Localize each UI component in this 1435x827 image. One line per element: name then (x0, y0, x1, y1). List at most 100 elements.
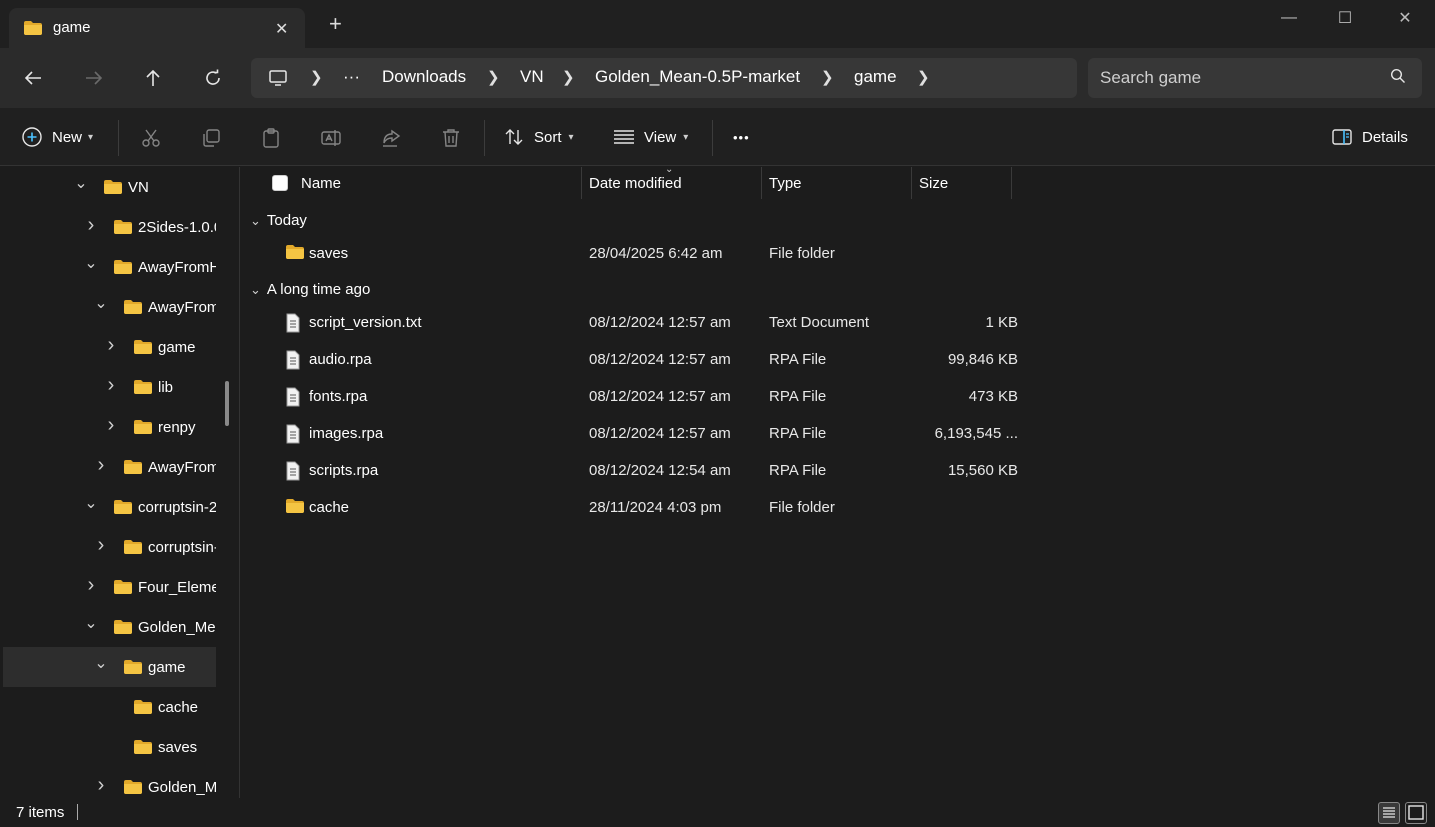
column-divider[interactable] (761, 167, 762, 199)
copy-icon[interactable] (200, 127, 222, 149)
tree-item-label: renpy (158, 419, 196, 436)
tree-item[interactable]: › renpy (0, 407, 213, 447)
file-icon (285, 387, 301, 410)
chevron-down-icon[interactable]: ⌄ (74, 173, 88, 193)
breadcrumb-vn[interactable]: VN (520, 67, 544, 87)
tree-item-label: saves (158, 739, 198, 756)
tree-item[interactable]: saves (0, 727, 213, 767)
close-tab-icon[interactable]: ✕ (275, 19, 288, 39)
chevron-right-icon[interactable]: › (104, 334, 118, 357)
file-row[interactable]: images.rpa 08/12/2024 12:57 am RPA File 6,1… (277, 416, 1018, 453)
breadcrumb-downloads[interactable]: Downloads (382, 67, 466, 87)
tree-item[interactable]: › corruptsin- (0, 527, 216, 567)
details-pane-icon (1332, 129, 1352, 145)
back-button[interactable] (21, 67, 45, 89)
search-icon[interactable] (1390, 68, 1406, 87)
tree-item[interactable]: ⌄ game (3, 647, 216, 687)
file-size: 99,846 KB (947, 351, 1018, 368)
close-window-button[interactable]: ✕ (1382, 6, 1428, 30)
sidebar-scrollbar[interactable] (225, 381, 229, 426)
breadcrumb-golden-mean[interactable]: Golden_Mean-0.5P-market (595, 67, 800, 87)
file-row[interactable]: script_version.txt 08/12/2024 12:57 am Tex… (277, 305, 1018, 342)
tree-item[interactable]: ⌄ VN (0, 167, 213, 207)
chevron-down-icon[interactable]: ⌄ (250, 282, 261, 297)
tree-item[interactable]: › 2Sides-1.0.0 (0, 207, 216, 247)
details-view-button[interactable] (1378, 802, 1400, 824)
folder-icon (285, 244, 305, 263)
rename-icon[interactable] (320, 127, 342, 149)
select-all-checkbox[interactable] (272, 167, 288, 199)
new-button[interactable]: New ▾ (21, 125, 93, 149)
tree-item[interactable]: ⌄ AwayFrom (0, 287, 216, 327)
computer-icon[interactable] (268, 68, 288, 91)
large-icons-view-button[interactable] (1405, 802, 1427, 824)
chevron-right-icon[interactable]: › (94, 534, 108, 557)
up-button[interactable] (141, 67, 165, 89)
file-name: cache (309, 499, 350, 516)
address-bar[interactable]: ❯ ··· Downloads ❯ VN ❯ Golden_Mean-0.5P-… (251, 58, 1077, 98)
forward-button[interactable] (82, 67, 106, 89)
tree-item[interactable]: › AwayFrom (0, 447, 216, 487)
chevron-right-icon[interactable]: › (84, 214, 98, 237)
file-date: 08/12/2024 12:57 am (589, 388, 731, 405)
chevron-right-icon[interactable]: ❯ (487, 68, 500, 86)
column-divider[interactable] (1011, 167, 1012, 199)
file-row[interactable]: fonts.rpa 08/12/2024 12:57 am RPA File 473 … (277, 379, 1018, 416)
column-header-type[interactable]: Type (769, 167, 802, 199)
chevron-right-icon[interactable]: ❯ (917, 68, 930, 86)
tree-item[interactable]: ⌄ Golden_Mea (0, 607, 216, 647)
delete-icon[interactable] (440, 127, 462, 149)
view-button[interactable]: View ▾ (613, 125, 688, 149)
chevron-right-icon[interactable]: ❯ (821, 68, 834, 86)
file-name: script_version.txt (309, 314, 422, 331)
tree-item-label: AwayFromH (138, 259, 216, 276)
share-icon[interactable] (380, 127, 402, 149)
maximize-button[interactable]: ☐ (1322, 6, 1368, 30)
file-row[interactable]: cache 28/11/2024 4:03 pm File folder (277, 490, 1017, 527)
chevron-down-icon[interactable]: ⌄ (94, 293, 108, 313)
chevron-down-icon[interactable]: ⌄ (84, 493, 98, 513)
file-row[interactable]: saves 28/04/2025 6:42 am File folder (277, 236, 1017, 273)
refresh-button[interactable] (201, 67, 225, 89)
tab-game[interactable]: game ✕ (9, 8, 305, 48)
minimize-button[interactable]: — (1266, 6, 1312, 30)
group-header[interactable]: ⌄ A long time ago (250, 281, 370, 298)
tree-item[interactable]: cache (0, 687, 213, 727)
column-divider[interactable] (911, 167, 912, 199)
new-tab-button[interactable]: + (329, 13, 342, 35)
tree-item[interactable]: › Golden_Me (0, 767, 216, 798)
chevron-down-icon[interactable]: ⌄ (94, 653, 108, 673)
sort-button[interactable]: Sort ▾ (504, 125, 574, 149)
group-header[interactable]: ⌄ Today (250, 212, 307, 229)
chevron-down-icon[interactable]: ⌄ (84, 613, 98, 633)
search-input[interactable] (1100, 66, 1370, 90)
file-row[interactable]: audio.rpa 08/12/2024 12:57 am RPA File 99,8… (277, 342, 1018, 379)
tree-item[interactable]: › game (0, 327, 213, 367)
column-header-name[interactable]: Name (301, 167, 341, 199)
more-options-button[interactable]: ••• (733, 125, 750, 149)
chevron-down-icon[interactable]: ⌄ (250, 213, 261, 228)
chevron-right-icon[interactable]: › (104, 374, 118, 397)
tree-item[interactable]: ⌄ AwayFromH (0, 247, 216, 287)
file-row[interactable]: scripts.rpa 08/12/2024 12:54 am RPA File 15… (277, 453, 1018, 490)
folder-icon (133, 739, 153, 758)
chevron-right-icon[interactable]: ❯ (562, 68, 575, 86)
details-button[interactable]: Details (1332, 125, 1408, 149)
folder-icon (133, 379, 153, 398)
chevron-right-icon[interactable]: › (94, 774, 108, 797)
column-divider[interactable] (581, 167, 582, 199)
chevron-right-icon[interactable]: › (94, 454, 108, 477)
tree-item[interactable]: › lib (0, 367, 213, 407)
column-header-size[interactable]: Size (919, 167, 948, 199)
chevron-down-icon[interactable]: ⌄ (84, 253, 98, 273)
chevron-right-icon[interactable]: › (84, 574, 98, 597)
search-box[interactable] (1088, 58, 1422, 98)
breadcrumb-game[interactable]: game (854, 67, 897, 87)
tree-item[interactable]: › Four_Elemer (0, 567, 216, 607)
tree-item[interactable]: ⌄ corruptsin-2 (0, 487, 216, 527)
chevron-right-icon[interactable]: › (104, 414, 118, 437)
arrow-up-icon (146, 69, 160, 86)
overflow-crumbs[interactable]: ··· (343, 67, 360, 87)
cut-icon[interactable] (140, 127, 162, 149)
paste-icon[interactable] (260, 127, 282, 149)
